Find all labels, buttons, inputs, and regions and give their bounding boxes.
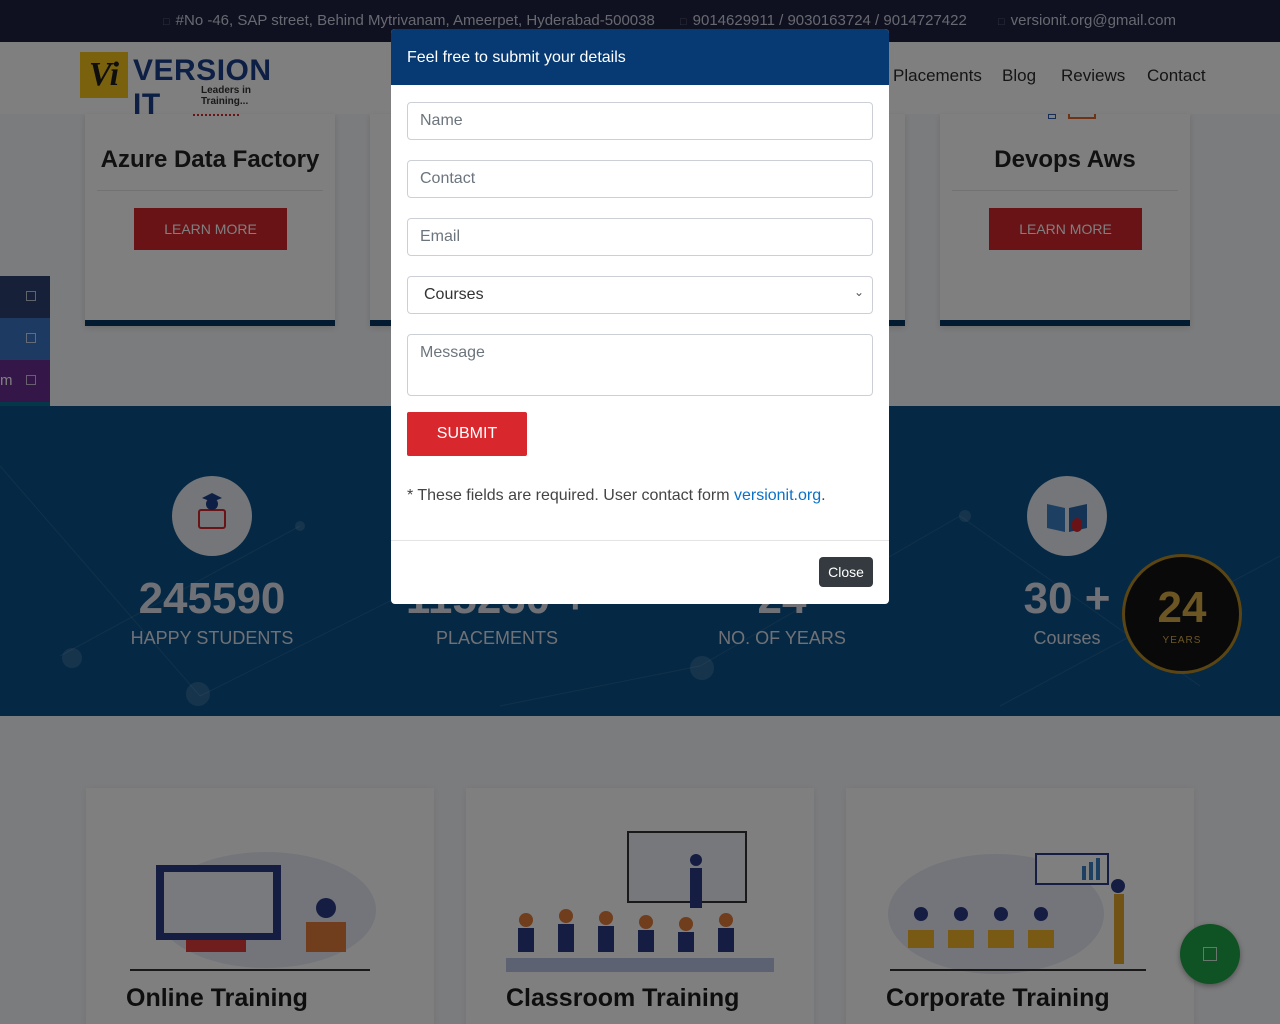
contact-field[interactable]: Contact <box>407 160 873 198</box>
note-prefix: * These fields are required. User contac… <box>407 487 734 504</box>
contact-placeholder: Contact <box>420 170 476 187</box>
enquiry-modal: Feel free to submit your details Name Co… <box>391 29 889 604</box>
name-placeholder: Name <box>420 112 463 129</box>
submit-button[interactable]: SUBMIT <box>407 412 527 456</box>
versionit-link[interactable]: versionit.org <box>734 487 821 504</box>
courses-select[interactable]: Courses ⌄ <box>407 276 873 314</box>
modal-title: Feel free to submit your details <box>391 29 889 85</box>
message-textarea[interactable]: Message <box>407 334 873 396</box>
name-field[interactable]: Name <box>407 102 873 140</box>
note-suffix: . <box>821 487 826 504</box>
modal-footer-divider <box>391 540 889 541</box>
email-field[interactable]: Email <box>407 218 873 256</box>
close-button[interactable]: Close <box>819 557 873 587</box>
email-placeholder: Email <box>420 228 461 245</box>
courses-selected-value: Courses <box>424 286 484 303</box>
required-note: * These fields are required. User contac… <box>407 487 826 505</box>
chevron-down-icon: ⌄ <box>853 285 864 299</box>
message-placeholder: Message <box>420 344 485 361</box>
